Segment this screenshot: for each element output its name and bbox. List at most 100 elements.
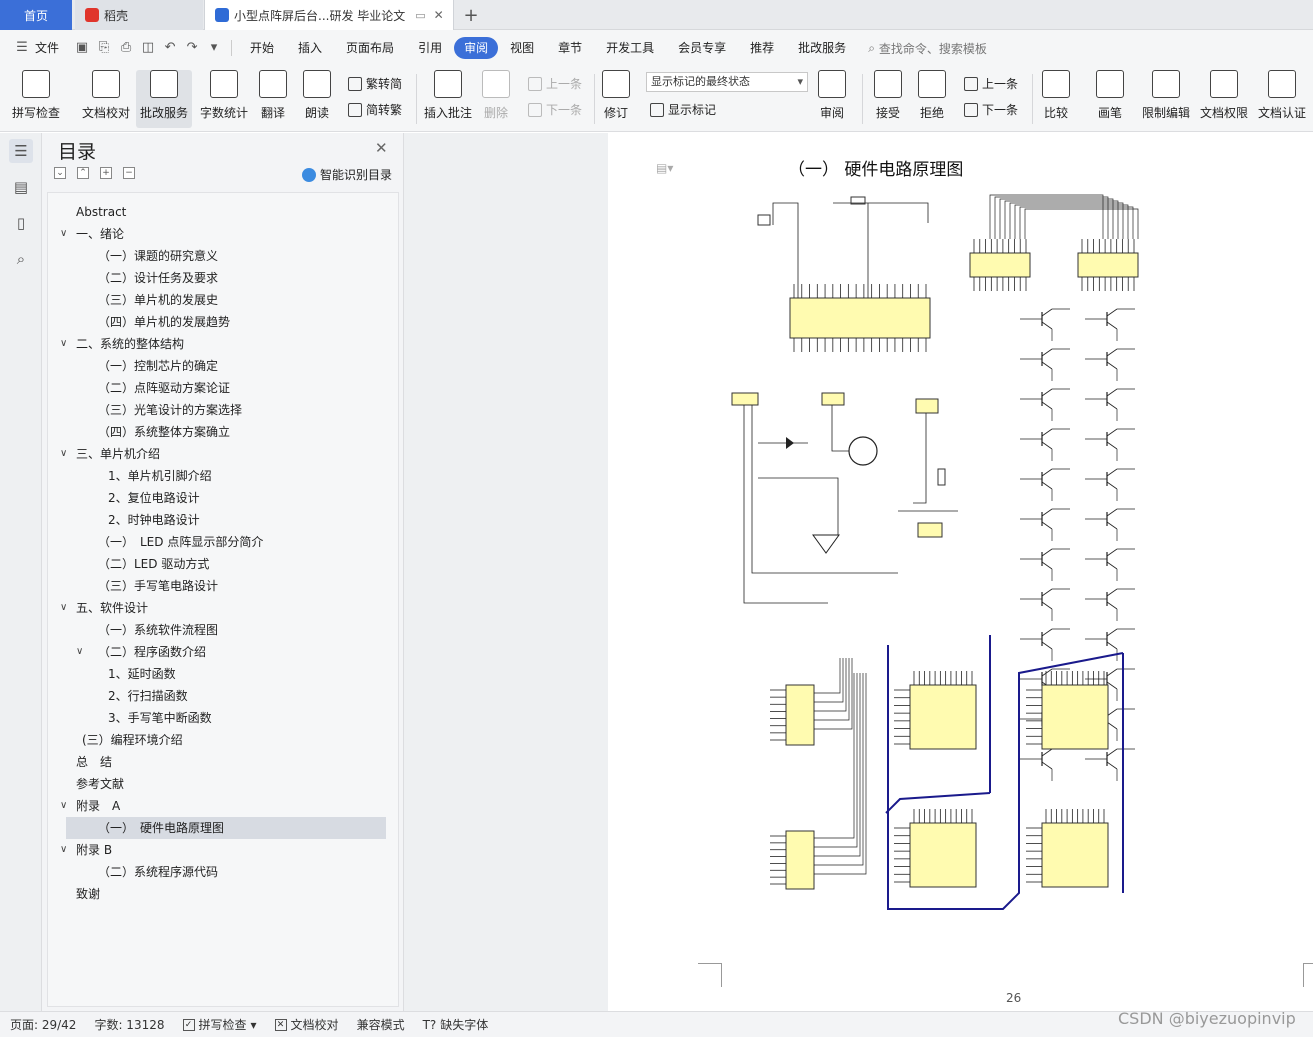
- toc-item[interactable]: （二）系统程序源代码: [66, 861, 386, 883]
- prev-comment-button[interactable]: 上一条: [528, 75, 582, 92]
- collapse-all-icon[interactable]: ⌄: [54, 167, 66, 179]
- toc-item[interactable]: 总 结: [66, 751, 386, 773]
- toc-item[interactable]: 3、手写笔中断函数: [66, 707, 386, 729]
- toc-item[interactable]: （二）点阵驱动方案论证: [66, 377, 386, 399]
- show-markup-button[interactable]: 显示标记: [650, 101, 716, 118]
- toc-item[interactable]: （三）光笔设计的方案选择: [66, 399, 386, 421]
- track-changes-button[interactable]: 修订: [602, 70, 630, 121]
- toc-item[interactable]: ∨ 二、系统的整体结构: [60, 333, 386, 355]
- toc-item[interactable]: （一）课题的研究意义: [66, 245, 386, 267]
- tab-home[interactable]: 首页: [0, 0, 72, 30]
- close-tab-icon[interactable]: ✕: [434, 8, 444, 22]
- expand-caret-icon[interactable]: ∨: [60, 443, 72, 465]
- expand-caret-icon[interactable]: ∨: [60, 333, 72, 355]
- expand-up-icon[interactable]: ⌃: [77, 167, 89, 179]
- markup-state-select[interactable]: 显示标记的最终状态 ▾: [646, 72, 808, 92]
- tab-document[interactable]: 小型点阵屏后台...研发 毕业论文 ▭ ✕: [204, 0, 454, 30]
- toc-item[interactable]: （二）设计任务及要求: [66, 267, 386, 289]
- menu-file[interactable]: 文件: [33, 37, 71, 59]
- next-comment-button[interactable]: 下一条: [528, 101, 582, 118]
- hamburger-icon[interactable]: ☰: [14, 40, 30, 56]
- tab-daoke[interactable]: 稻壳: [75, 0, 203, 30]
- spell-check-button[interactable]: 拼写检查: [12, 70, 60, 121]
- word-count-status[interactable]: 字数: 13128: [94, 1016, 164, 1033]
- expand-caret-icon[interactable]: ∨: [60, 839, 72, 861]
- search-icon[interactable]: ⌕: [9, 247, 33, 271]
- preview-icon[interactable]: ◫: [140, 40, 156, 56]
- menu-chapter[interactable]: 章节: [546, 37, 594, 59]
- print-icon[interactable]: ⎙: [118, 40, 134, 56]
- doc-rights-button[interactable]: 文档权限: [1200, 70, 1248, 121]
- toc-panel-icon[interactable]: ☰: [9, 139, 33, 163]
- smart-toc-button[interactable]: 智能识别目录: [302, 166, 392, 183]
- toc-item[interactable]: （三）手写笔电路设计: [66, 575, 386, 597]
- menu-member[interactable]: 会员专享: [666, 37, 738, 59]
- toc-item[interactable]: 2、行扫描函数: [66, 685, 386, 707]
- menu-review[interactable]: 审阅: [454, 37, 499, 59]
- toc-item[interactable]: （二）LED 驱动方式: [66, 553, 386, 575]
- expand-caret-icon[interactable]: ∨: [60, 597, 72, 619]
- remove-item-icon[interactable]: −: [123, 167, 135, 179]
- command-search[interactable]: ⌕ 查找命令、搜索模板: [868, 40, 987, 57]
- toc-item[interactable]: （一） 硬件电路原理图: [66, 817, 386, 839]
- trad-to-simp-button[interactable]: 繁转简: [348, 75, 402, 92]
- doc-proof-status[interactable]: ✕ 文档校对: [274, 1016, 339, 1033]
- menu-start[interactable]: 开始: [238, 37, 286, 59]
- toc-item[interactable]: ∨ 五、软件设计: [60, 597, 386, 619]
- reject-button[interactable]: 拒绝: [918, 70, 946, 121]
- chapter-nav-icon[interactable]: ▤: [9, 175, 33, 199]
- menu-page-layout[interactable]: 页面布局: [334, 37, 406, 59]
- add-item-icon[interactable]: +: [100, 167, 112, 179]
- save-icon[interactable]: ▣: [74, 40, 90, 56]
- toc-item[interactable]: (三）编程环境介绍: [66, 729, 386, 751]
- compare-button[interactable]: 比较: [1042, 70, 1070, 121]
- toc-item[interactable]: （一）控制芯片的确定: [66, 355, 386, 377]
- toc-item[interactable]: 1、延时函数: [66, 663, 386, 685]
- spell-check-status[interactable]: ✓ 拼写检查 ▾: [182, 1016, 257, 1033]
- translate-button[interactable]: 翻译: [259, 70, 287, 121]
- toc-item[interactable]: （一） LED 点阵显示部分简介: [66, 531, 386, 553]
- pen-button[interactable]: 画笔: [1096, 70, 1124, 121]
- menu-view[interactable]: 视图: [498, 37, 546, 59]
- simp-to-trad-button[interactable]: 简转繁: [348, 101, 402, 118]
- customize-dropdown-icon[interactable]: ▾: [206, 40, 222, 56]
- toc-item[interactable]: 2、时钟电路设计: [66, 509, 386, 531]
- bookmark-icon[interactable]: ▯: [9, 211, 33, 235]
- toc-item[interactable]: 2、复位电路设计: [66, 487, 386, 509]
- toc-item[interactable]: （四）系统整体方案确立: [66, 421, 386, 443]
- toc-item[interactable]: （三）单片机的发展史: [66, 289, 386, 311]
- toc-item[interactable]: 1、单片机引脚介绍: [66, 465, 386, 487]
- prev-change-button[interactable]: 上一条: [964, 75, 1018, 92]
- accept-button[interactable]: 接受: [874, 70, 902, 121]
- insert-comment-button[interactable]: 插入批注: [424, 70, 472, 121]
- review-pane-button[interactable]: 审阅: [818, 70, 846, 121]
- missing-font-status[interactable]: T? 缺失字体: [423, 1016, 489, 1033]
- redo-icon[interactable]: ↷: [184, 40, 200, 56]
- menu-correct-service[interactable]: 批改服务: [786, 37, 858, 59]
- toc-item[interactable]: （一）系统软件流程图: [66, 619, 386, 641]
- menu-recommend[interactable]: 推荐: [738, 37, 786, 59]
- read-aloud-button[interactable]: 朗读: [303, 70, 331, 121]
- toc-item[interactable]: Abstract: [66, 201, 386, 223]
- menu-insert[interactable]: 插入: [286, 37, 334, 59]
- expand-caret-icon[interactable]: ∨: [60, 795, 72, 817]
- undo-icon[interactable]: ↶: [162, 40, 178, 56]
- toc-item[interactable]: 参考文献: [66, 773, 386, 795]
- toc-item[interactable]: ∨ 附录 A: [60, 795, 386, 817]
- toc-item[interactable]: ∨ 一、绪论: [60, 223, 386, 245]
- expand-caret-icon[interactable]: ∨: [60, 223, 72, 245]
- menu-references[interactable]: 引用: [406, 37, 454, 59]
- doc-cert-button[interactable]: 文档认证: [1258, 70, 1306, 121]
- restrict-edit-button[interactable]: 限制编辑: [1142, 70, 1190, 121]
- export-icon[interactable]: ⎘: [96, 40, 112, 56]
- menu-developer[interactable]: 开发工具: [594, 37, 666, 59]
- correct-service-button[interactable]: 批改服务: [136, 70, 193, 128]
- toc-item[interactable]: （四）单片机的发展趋势: [66, 311, 386, 333]
- monitor-icon[interactable]: ▭: [415, 9, 425, 22]
- toc-item[interactable]: ∨ 三、单片机介绍: [60, 443, 386, 465]
- expand-caret-icon[interactable]: ∨: [76, 641, 88, 663]
- word-count-button[interactable]: 字数统计: [200, 70, 248, 121]
- next-change-button[interactable]: 下一条: [964, 101, 1018, 118]
- toc-item[interactable]: ∨ 附录 B: [60, 839, 386, 861]
- toc-item[interactable]: 致谢: [66, 883, 386, 905]
